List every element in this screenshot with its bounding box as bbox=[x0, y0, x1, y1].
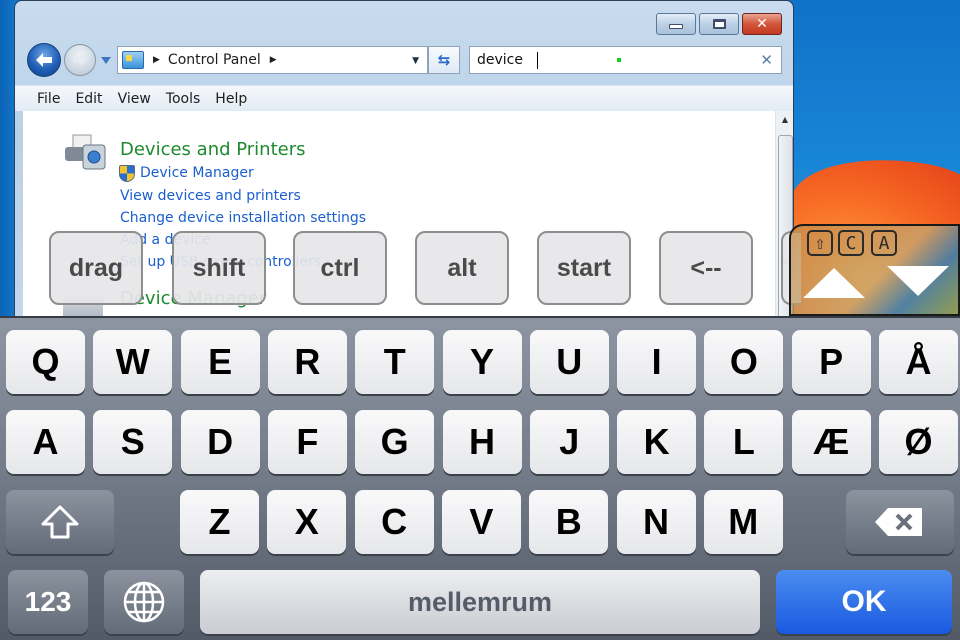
menu-view[interactable]: View bbox=[118, 91, 151, 107]
chevron-down-icon bbox=[101, 56, 111, 64]
alt-key[interactable]: alt bbox=[415, 231, 509, 305]
key-z[interactable]: Z bbox=[180, 490, 259, 554]
globe-key[interactable] bbox=[104, 570, 184, 634]
search-box[interactable]: ✕ bbox=[469, 46, 782, 74]
maximize-icon bbox=[712, 19, 726, 29]
recent-pages-dropdown[interactable] bbox=[100, 55, 112, 65]
control-panel-icon bbox=[122, 51, 144, 69]
close-icon: ✕ bbox=[756, 16, 768, 32]
key-v[interactable]: V bbox=[441, 490, 521, 554]
back-arrow-icon bbox=[36, 53, 52, 67]
scroll-down-arrow-icon[interactable] bbox=[887, 266, 949, 296]
forward-button[interactable] bbox=[64, 44, 96, 76]
scroll-up-arrow-icon[interactable] bbox=[803, 268, 865, 298]
key-h[interactable]: H bbox=[442, 410, 522, 474]
backspace-key[interactable]: <-- bbox=[659, 231, 753, 305]
refresh-button[interactable]: ⇆ bbox=[428, 46, 460, 74]
scroll-panel: ⇧ C A bbox=[789, 224, 960, 316]
key-l[interactable]: L bbox=[704, 410, 784, 474]
key-d[interactable]: D bbox=[180, 410, 260, 474]
shift-lock-indicator[interactable]: ⇧ bbox=[807, 230, 833, 256]
key-n[interactable]: N bbox=[616, 490, 696, 554]
key-r[interactable]: R bbox=[267, 330, 347, 394]
key-s[interactable]: S bbox=[93, 410, 173, 474]
key-f[interactable]: F bbox=[267, 410, 347, 474]
delete-icon bbox=[875, 508, 922, 536]
key-a[interactable]: A bbox=[6, 410, 85, 474]
key-i[interactable]: I bbox=[617, 330, 697, 394]
breadcrumb-separator-icon[interactable]: ▶ bbox=[270, 55, 277, 65]
shift-key-keyboard[interactable] bbox=[6, 490, 114, 554]
key-å[interactable]: Å bbox=[879, 330, 958, 394]
maximize-button[interactable] bbox=[699, 13, 739, 35]
minimize-button[interactable] bbox=[656, 13, 696, 35]
key-m[interactable]: M bbox=[703, 490, 783, 554]
key-ø[interactable]: Ø bbox=[879, 410, 958, 474]
text-cursor bbox=[537, 52, 538, 69]
delete-key[interactable] bbox=[846, 490, 954, 554]
link-change-device-installation-settings[interactable]: Change device installation settings bbox=[120, 210, 366, 226]
globe-icon bbox=[123, 581, 165, 623]
key-j[interactable]: J bbox=[529, 410, 609, 474]
key-æ[interactable]: Æ bbox=[791, 410, 871, 474]
back-button[interactable] bbox=[27, 43, 61, 77]
scroll-up-icon[interactable]: ▲ bbox=[778, 115, 792, 129]
key-y[interactable]: Y bbox=[442, 330, 522, 394]
drag-key[interactable]: drag bbox=[49, 231, 143, 305]
category-devices-and-printers[interactable]: Devices and Printers bbox=[120, 139, 306, 160]
numbers-key[interactable]: 123 bbox=[8, 570, 88, 634]
forward-arrow-icon bbox=[73, 54, 87, 66]
key-o[interactable]: O bbox=[704, 330, 784, 394]
address-dropdown-icon[interactable]: ▼ bbox=[412, 56, 419, 66]
uac-shield-icon bbox=[119, 165, 135, 182]
breadcrumb-control-panel[interactable]: Control Panel bbox=[168, 52, 261, 68]
on-screen-keyboard: 123 mellemrum OK QWERTYUIOPÅ ASDFGHJKLÆØ Z… bbox=[0, 316, 960, 640]
ctrl-key[interactable]: ctrl bbox=[293, 231, 387, 305]
key-w[interactable]: W bbox=[93, 330, 173, 394]
menu-tools[interactable]: Tools bbox=[166, 91, 201, 107]
ok-key[interactable]: OK bbox=[776, 570, 952, 634]
close-button[interactable]: ✕ bbox=[742, 13, 782, 35]
key-c[interactable]: C bbox=[354, 490, 434, 554]
key-g[interactable]: G bbox=[355, 410, 435, 474]
key-u[interactable]: U bbox=[529, 330, 609, 394]
breadcrumb-separator-icon: ▶ bbox=[153, 55, 160, 65]
link-device-manager[interactable]: Device Manager bbox=[140, 165, 254, 181]
alt-lock-indicator[interactable]: A bbox=[871, 230, 897, 256]
devices-and-printers-icon bbox=[65, 134, 106, 170]
key-b[interactable]: B bbox=[529, 490, 609, 554]
key-p[interactable]: P bbox=[791, 330, 871, 394]
menu-help[interactable]: Help bbox=[215, 91, 247, 107]
clear-search-icon[interactable]: ✕ bbox=[760, 51, 773, 69]
key-q[interactable]: Q bbox=[6, 330, 85, 394]
key-k[interactable]: K bbox=[617, 410, 697, 474]
key-x[interactable]: X bbox=[267, 490, 347, 554]
link-view-devices-and-printers[interactable]: View devices and printers bbox=[120, 188, 301, 204]
space-key[interactable]: mellemrum bbox=[200, 570, 760, 634]
refresh-icon: ⇆ bbox=[437, 51, 451, 69]
start-key[interactable]: start bbox=[537, 231, 631, 305]
search-input[interactable] bbox=[470, 47, 750, 73]
touch-indicator bbox=[617, 58, 621, 62]
menu-bar: File Edit View Tools Help bbox=[15, 85, 793, 111]
shift-key[interactable]: shift bbox=[172, 231, 266, 305]
key-t[interactable]: T bbox=[355, 330, 435, 394]
menu-edit[interactable]: Edit bbox=[75, 91, 102, 107]
shift-arrow-icon bbox=[41, 505, 79, 539]
address-bar[interactable]: ▶ Control Panel ▶ ▼ bbox=[117, 46, 428, 74]
ctrl-lock-indicator[interactable]: C bbox=[838, 230, 864, 256]
minimize-icon bbox=[669, 24, 683, 29]
menu-file[interactable]: File bbox=[37, 91, 60, 107]
key-e[interactable]: E bbox=[180, 330, 260, 394]
